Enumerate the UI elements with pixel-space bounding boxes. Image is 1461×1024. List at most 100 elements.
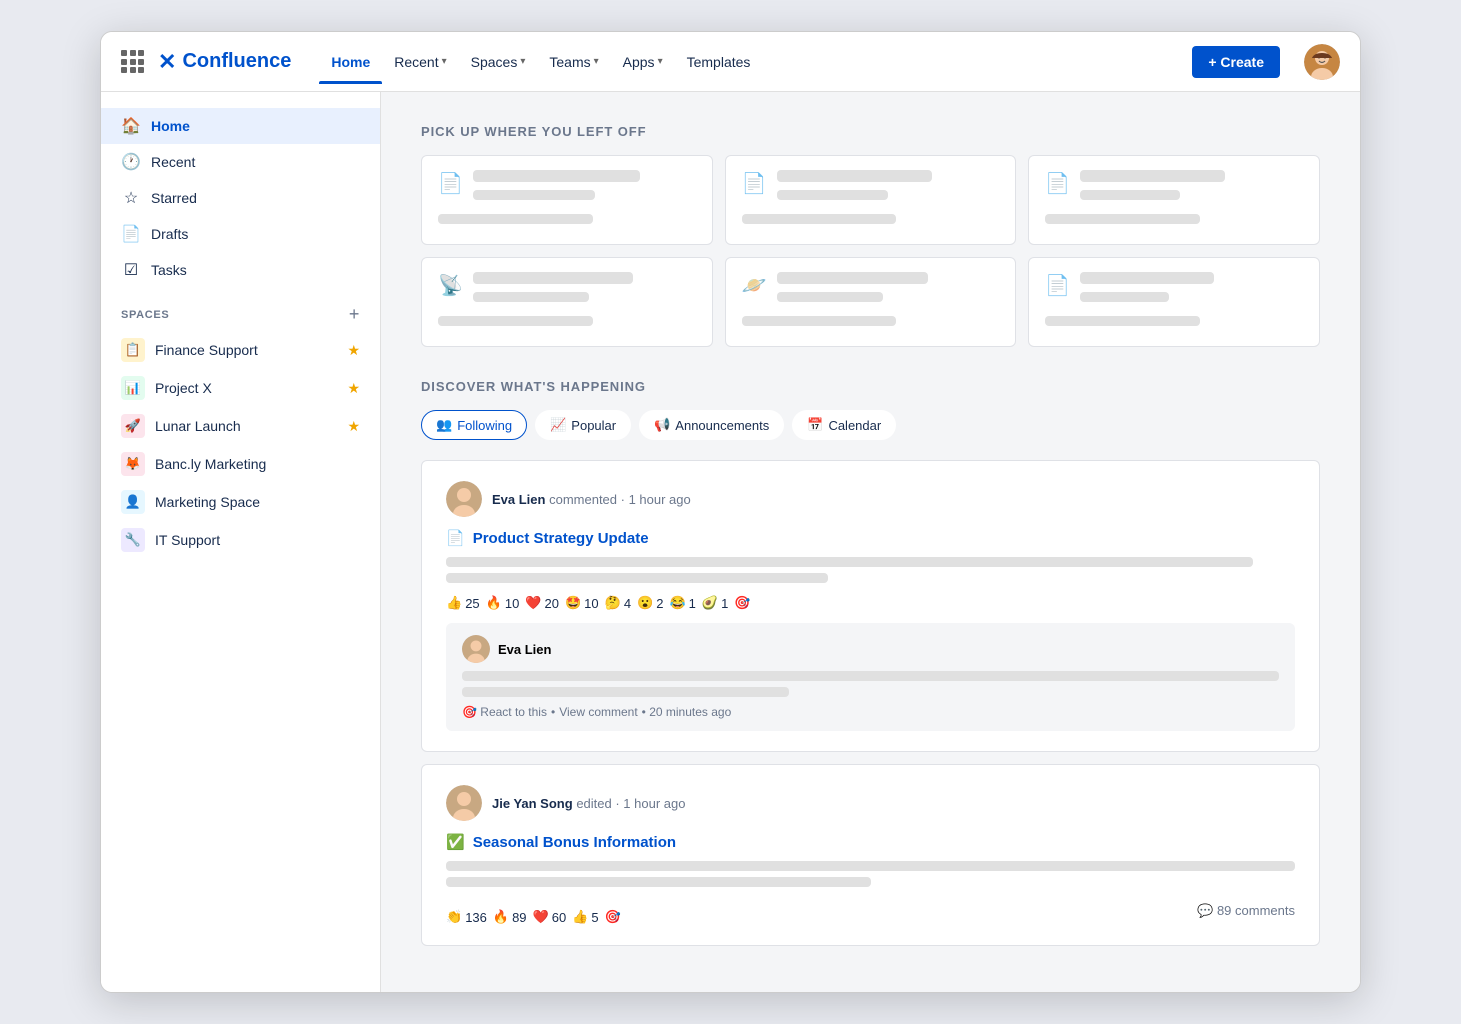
doc-icon-1: 📄 [742, 171, 767, 196]
reaction-emoji-0-4: 🤔 [605, 595, 621, 611]
tab-following[interactable]: 👥Following [421, 410, 527, 440]
view-comment-0[interactable]: View comment [559, 705, 637, 719]
comment-header-0: Eva Lien [462, 635, 1279, 663]
nav-templates[interactable]: Templates [675, 50, 763, 74]
reaction-0-0[interactable]: 👍 25 [446, 595, 480, 611]
sidebar: 🏠 Home 🕐 Recent ☆ Starred 📄 Drafts ☑ Tas… [101, 92, 381, 992]
reaction-0-6[interactable]: 😂 1 [669, 595, 695, 611]
reaction-1-3[interactable]: 👍 5 [572, 909, 598, 925]
sidebar-space-item-2[interactable]: 🚀 Lunar Launch ★ [101, 407, 380, 445]
user-avatar[interactable] [1304, 44, 1340, 80]
comments-count-1[interactable]: 💬 89 comments [1197, 903, 1295, 919]
create-button[interactable]: + Create [1192, 46, 1280, 78]
activity-title-0[interactable]: 📄 Product Strategy Update [446, 529, 1295, 547]
doc-lines-1 [777, 170, 1000, 206]
reaction-count-0-3: 10 [584, 596, 598, 611]
space-icon-5: 🔧 [121, 528, 145, 552]
nav-recent[interactable]: Recent ▾ [382, 50, 458, 74]
sidebar-space-item-5[interactable]: 🔧 IT Support [101, 521, 380, 559]
sidebar-item-home[interactable]: 🏠 Home [101, 108, 380, 144]
reaction-emoji-0-3: 🤩 [565, 595, 581, 611]
doc-card-2[interactable]: 📄 [1028, 155, 1320, 245]
nav-links: Home Recent ▾ Spaces ▾ Teams ▾ Apps ▾ Te… [319, 50, 1172, 74]
sidebar-item-recent[interactable]: 🕐 Recent [101, 144, 380, 180]
reaction-0-1[interactable]: 🔥 10 [486, 595, 520, 611]
space-items: 📋 Finance Support ★ 📊 Project X ★ 🚀 Luna… [101, 331, 380, 559]
reaction-1-4[interactable]: 🎯 [605, 909, 621, 925]
activity-doc-icon-1: ✅ [446, 833, 465, 851]
apps-chevron: ▾ [658, 56, 663, 67]
top-nav: ✕ Confluence Home Recent ▾ Spaces ▾ Team… [101, 32, 1360, 92]
space-name-1: Project X [155, 380, 337, 396]
activity-title-1[interactable]: ✅ Seasonal Bonus Information [446, 833, 1295, 851]
reaction-1-2[interactable]: ❤️ 60 [533, 909, 567, 925]
reaction-count-0-5: 2 [656, 596, 663, 611]
activity-action-1: edited · 1 hour ago [576, 796, 685, 811]
reaction-emoji-0-6: 😂 [669, 595, 685, 611]
sidebar-space-item-0[interactable]: 📋 Finance Support ★ [101, 331, 380, 369]
star-icon-1: ★ [347, 380, 360, 397]
sidebar-item-drafts[interactable]: 📄 Drafts [101, 216, 380, 252]
logo-symbol: ✕ [158, 49, 176, 75]
comment-user-0: Eva Lien [498, 642, 551, 657]
nav-teams[interactable]: Teams ▾ [537, 50, 610, 74]
activity-user-0: Eva Lien [492, 492, 545, 507]
reaction-1-0[interactable]: 👏 136 [446, 909, 487, 925]
teams-chevron: ▾ [594, 56, 599, 67]
reaction-emoji-0-7: 🥑 [702, 595, 718, 611]
doc-lines-4 [777, 272, 1000, 308]
sidebar-item-tasks[interactable]: ☑ Tasks [101, 252, 380, 288]
activity-header-0: Eva Lien commented · 1 hour ago [446, 481, 1295, 517]
reaction-count-0-1: 10 [505, 596, 519, 611]
doc-card-3[interactable]: 📡 [421, 257, 713, 347]
reaction-0-8[interactable]: 🎯 [734, 595, 750, 611]
main-layout: 🏠 Home 🕐 Recent ☆ Starred 📄 Drafts ☑ Tas… [101, 92, 1360, 992]
reaction-count-1-3: 5 [591, 910, 598, 925]
reaction-count-1-1: 89 [512, 910, 526, 925]
sidebar-space-item-4[interactable]: 👤 Marketing Space [101, 483, 380, 521]
doc-card-4[interactable]: 🪐 [725, 257, 1017, 347]
home-icon: 🏠 [121, 116, 141, 136]
tab-popular[interactable]: 📈Popular [535, 410, 631, 440]
activity-doc-title-0: Product Strategy Update [473, 530, 649, 547]
tab-announcements[interactable]: 📢Announcements [639, 410, 784, 440]
space-name-4: Marketing Space [155, 494, 360, 510]
reaction-1-1[interactable]: 🔥 89 [493, 909, 527, 925]
spaces-chevron: ▾ [520, 56, 525, 67]
starred-icon: ☆ [121, 188, 141, 208]
add-space-button[interactable]: + [349, 304, 360, 325]
activity-card-0: Eva Lien commented · 1 hour ago 📄 Produc… [421, 460, 1320, 752]
doc-card-0[interactable]: 📄 [421, 155, 713, 245]
reaction-0-3[interactable]: 🤩 10 [565, 595, 599, 611]
app-window: ✕ Confluence Home Recent ▾ Spaces ▾ Team… [100, 31, 1361, 993]
tab-label-3: Calendar [828, 418, 881, 433]
recent-cards-grid: 📄 📄 📄 📡 [421, 155, 1320, 347]
grid-menu-icon[interactable] [121, 50, 144, 73]
sidebar-space-item-1[interactable]: 📊 Project X ★ [101, 369, 380, 407]
doc-lines-5 [1080, 272, 1303, 308]
doc-card-5[interactable]: 📄 [1028, 257, 1320, 347]
comment-actions-0: 🎯 React to this • View comment • 20 minu… [462, 705, 1279, 719]
tab-icon-2: 📢 [654, 417, 670, 433]
reaction-0-7[interactable]: 🥑 1 [702, 595, 728, 611]
react-to-this-0[interactable]: 🎯 React to this [462, 705, 547, 719]
tab-icon-1: 📈 [550, 417, 566, 433]
star-icon-2: ★ [347, 418, 360, 435]
nav-spaces[interactable]: Spaces ▾ [459, 50, 538, 74]
space-name-2: Lunar Launch [155, 418, 337, 434]
doc-lines-2 [1080, 170, 1303, 206]
nav-apps[interactable]: Apps ▾ [611, 50, 675, 74]
nav-home[interactable]: Home [319, 50, 382, 74]
tab-calendar[interactable]: 📅Calendar [792, 410, 896, 440]
reaction-0-2[interactable]: ❤️ 20 [525, 595, 559, 611]
doc-card-1[interactable]: 📄 [725, 155, 1017, 245]
sidebar-space-item-3[interactable]: 🦊 Banc.ly Marketing [101, 445, 380, 483]
spaces-section-label: SPACES + [101, 288, 380, 331]
space-icon-0: 📋 [121, 338, 145, 362]
logo[interactable]: ✕ Confluence [158, 49, 291, 75]
activity-cards: Eva Lien commented · 1 hour ago 📄 Produc… [421, 460, 1320, 946]
sidebar-item-starred[interactable]: ☆ Starred [101, 180, 380, 216]
reaction-0-5[interactable]: 😮 2 [637, 595, 663, 611]
reaction-0-4[interactable]: 🤔 4 [605, 595, 631, 611]
space-name-5: IT Support [155, 532, 360, 548]
